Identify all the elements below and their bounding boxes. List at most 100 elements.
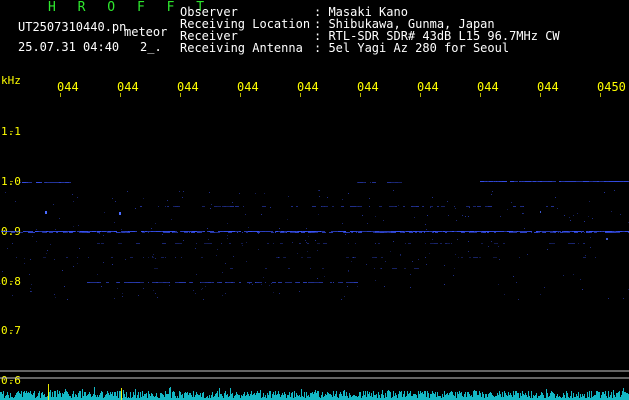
trace-0-88khz [97, 243, 100, 244]
noise-bar [199, 395, 200, 400]
signal-speckle [623, 298, 624, 299]
carrier-trace-0-9khz [10, 231, 13, 232]
carrier-trace-0-9khz [167, 232, 170, 233]
trace-0-85khz [201, 257, 203, 258]
trace-0-8khz [265, 282, 266, 283]
carrier-trace-0-9khz [242, 232, 243, 233]
carrier-trace-0-9khz [218, 231, 222, 232]
noise-marker [48, 384, 49, 400]
signal-speckle [580, 279, 581, 280]
noise-bar [329, 394, 330, 400]
carrier-trace-0-9khz [415, 232, 417, 233]
carrier-trace-0-9khz [616, 232, 620, 233]
carrier-trace-0-9khz [387, 232, 389, 233]
noise-bar [244, 392, 245, 400]
trace-0-95khz [393, 206, 395, 207]
y-tick-mark [10, 181, 13, 182]
noise-bar [460, 393, 461, 400]
carrier-trace-0-9khz [80, 232, 82, 233]
noise-bar [241, 395, 242, 400]
noise-bar [197, 394, 198, 400]
noise-bar [167, 394, 168, 400]
trace-0-8khz [285, 282, 288, 283]
trace-0-8khz [348, 282, 350, 283]
trace-0-83khz [395, 268, 397, 269]
noise-bar [591, 391, 592, 400]
trace-0-8khz [227, 282, 231, 283]
y-tick-mark [10, 330, 13, 331]
noise-bar [232, 393, 233, 400]
signal-speckle [239, 193, 240, 194]
carrier-trace-0-9khz [298, 231, 302, 232]
noise-bar [272, 394, 273, 400]
noise-bar [135, 389, 136, 400]
trace-0-8khz [338, 282, 340, 283]
carrier-trace-0-9khz [125, 232, 127, 233]
noise-bar [546, 389, 547, 400]
trace-0-8khz [148, 282, 149, 283]
noise-bar [211, 395, 212, 400]
carrier-trace-0-9khz [116, 232, 120, 233]
noise-bar [32, 395, 33, 400]
noise-bar [90, 394, 91, 400]
noise-bar [439, 396, 440, 400]
carrier-trace-0-9khz [509, 232, 510, 233]
noise-bar [119, 391, 120, 400]
carrier-trace-0-9khz [359, 231, 360, 232]
carrier-trace-0-9khz [90, 231, 91, 232]
signal-speckle [426, 264, 427, 265]
signal-speckle [432, 239, 433, 240]
noise-bar [231, 394, 232, 400]
trace-0-8khz [90, 282, 93, 283]
noise-bar [217, 391, 218, 400]
noise-bar [184, 393, 185, 400]
signal-speckle [30, 259, 31, 260]
carrier-trace-0-9khz [562, 231, 564, 232]
carrier-trace-0-9khz [504, 231, 507, 232]
noise-bar [465, 392, 466, 400]
noise-bar [275, 391, 276, 400]
noise-bar [299, 395, 300, 400]
signal-speckle [588, 216, 589, 217]
noise-bar [52, 392, 53, 400]
signal-speckle [418, 259, 419, 260]
noise-bar [234, 396, 235, 400]
signal-speckle [457, 239, 458, 240]
noise-bar [453, 395, 454, 400]
noise-bar [270, 391, 271, 400]
carrier-trace-0-9khz [554, 232, 556, 233]
trace-1-0khz-right [487, 181, 489, 182]
noise-bar [250, 394, 251, 400]
noise-bar [375, 395, 376, 400]
noise-bar [398, 394, 399, 400]
trace-0-85khz [474, 257, 478, 258]
carrier-trace-0-9khz [384, 232, 387, 233]
noise-bar [445, 395, 446, 400]
signal-speckle [263, 277, 264, 278]
carrier-trace-0-9khz [107, 232, 111, 233]
noise-bar [267, 393, 268, 400]
trace-1-0khz-right [571, 181, 574, 182]
carrier-trace-0-9khz [181, 231, 184, 232]
noise-bar [255, 395, 256, 400]
noise-bar [38, 393, 39, 400]
signal-speckle [410, 274, 411, 275]
y-tick-mark [10, 380, 13, 381]
signal-speckle [36, 229, 37, 230]
trace-0-88khz [323, 243, 326, 244]
signal-speckle [469, 207, 470, 208]
signal-speckle [32, 236, 33, 237]
trace-1-0khz-right [496, 181, 497, 182]
noise-bar [20, 394, 21, 400]
carrier-trace-0-9khz [432, 232, 434, 233]
carrier-trace-0-9khz [162, 231, 163, 232]
noise-bar [336, 391, 337, 400]
signal-speckle [527, 254, 528, 255]
trace-0-95khz [350, 206, 354, 207]
carrier-trace-0-9khz [287, 231, 289, 232]
trace-1-0khz-left [50, 182, 54, 183]
noise-bar [525, 393, 526, 400]
trace-1-0khz-right [574, 181, 575, 182]
noise-bar [400, 392, 401, 400]
noise-bar [367, 391, 368, 400]
